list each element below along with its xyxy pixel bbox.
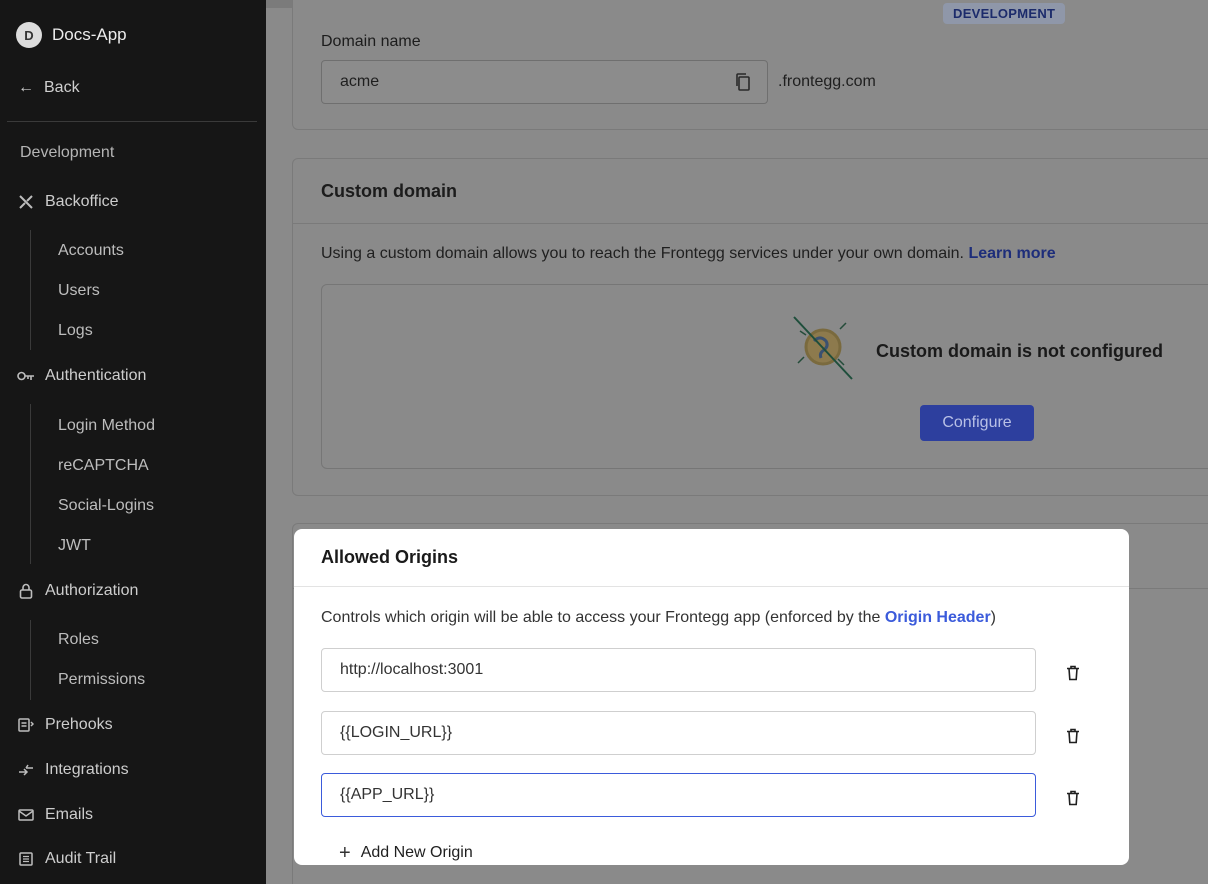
custom-domain-card: Custom domain Using a custom domain allo…	[292, 158, 1208, 496]
sidebar-item-recaptcha[interactable]: reCAPTCHA	[58, 457, 149, 475]
sidebar-item-backoffice[interactable]: Backoffice	[0, 193, 119, 211]
learn-more-link[interactable]: Learn more	[968, 245, 1055, 262]
sidebar-item-label: Audit Trail	[45, 850, 117, 867]
subnav-line	[30, 404, 31, 564]
custom-domain-title: Custom domain	[321, 181, 458, 201]
sidebar-item-jwt[interactable]: JWT	[58, 537, 91, 555]
modal-header: Allowed Origins	[294, 529, 1129, 587]
trash-icon[interactable]	[1064, 789, 1082, 807]
environment-badge: DEVELOPMENT	[943, 3, 1066, 24]
domain-name-input[interactable]: acme	[321, 60, 768, 104]
sidebar-item-users[interactable]: Users	[58, 282, 100, 300]
domain-suffix: .frontegg.com	[778, 73, 876, 90]
arrow-left-icon: ←	[18, 79, 34, 96]
trash-icon[interactable]	[1064, 664, 1082, 682]
origin-input-2[interactable]	[321, 711, 1036, 755]
sidebar-item-emails[interactable]: Emails	[0, 806, 93, 824]
sidebar-item-authentication[interactable]: Authentication	[0, 367, 146, 385]
back-label: Back	[44, 79, 80, 96]
sidebar-item-label: Prehooks	[45, 716, 113, 733]
origin-header-link[interactable]: Origin Header	[885, 609, 991, 626]
integrations-icon	[17, 761, 35, 779]
trash-icon[interactable]	[1064, 727, 1082, 745]
audit-icon	[17, 850, 35, 868]
sidebar-item-integrations[interactable]: Integrations	[0, 761, 129, 779]
sidebar-item-login-method[interactable]: Login Method	[58, 417, 155, 435]
lock-icon	[17, 582, 35, 600]
custom-domain-description: Using a custom domain allows you to reac…	[321, 245, 1056, 262]
sidebar: D Docs-App ← Back Development Backoffice…	[0, 0, 266, 884]
sidebar-item-roles[interactable]: Roles	[58, 631, 99, 649]
domain-card: DEVELOPMENT Domain name acme .frontegg.c…	[292, 0, 1208, 130]
configure-button[interactable]: Configure	[920, 405, 1034, 441]
domain-name-value: acme	[340, 73, 380, 90]
sidebar-item-audit-trail[interactable]: Audit Trail	[0, 850, 116, 868]
copy-icon[interactable]	[735, 73, 751, 96]
plus-icon: +	[339, 842, 351, 864]
domain-name-label: Domain name	[321, 33, 421, 50]
subnav-line	[30, 620, 31, 700]
sidebar-item-social-logins[interactable]: Social-Logins	[58, 497, 154, 515]
app-avatar: D	[16, 22, 42, 48]
origin-input-1[interactable]	[321, 648, 1036, 692]
prehooks-icon	[17, 716, 35, 734]
globe-not-configured-icon	[788, 311, 858, 388]
app-header[interactable]: D Docs-App	[16, 22, 127, 48]
sidebar-item-label: Emails	[45, 806, 94, 823]
modal-description: Controls which origin will be able to ac…	[321, 609, 996, 626]
card-divider	[293, 223, 1208, 224]
sidebar-item-logs[interactable]: Logs	[58, 322, 93, 340]
sidebar-item-prehooks[interactable]: Prehooks	[0, 716, 113, 734]
sidebar-item-label: Authentication	[45, 367, 147, 384]
key-icon	[17, 367, 35, 385]
mail-icon	[17, 806, 35, 824]
app-name: Docs-App	[52, 25, 127, 44]
sidebar-divider	[7, 121, 257, 122]
add-new-origin-button[interactable]: + Add New Origin	[339, 843, 473, 863]
sidebar-item-label: Authorization	[45, 582, 139, 599]
section-label: Development	[20, 144, 115, 161]
tools-icon	[17, 193, 35, 211]
modal-title: Allowed Origins	[321, 547, 459, 567]
origin-input-3[interactable]	[321, 773, 1036, 817]
sidebar-item-accounts[interactable]: Accounts	[58, 242, 124, 260]
empty-state-title: Custom domain is not configured	[876, 341, 1163, 361]
sidebar-item-label: Integrations	[45, 761, 129, 778]
add-origin-label: Add New Origin	[360, 844, 473, 861]
subnav-line	[30, 230, 31, 350]
sidebar-item-permissions[interactable]: Permissions	[58, 671, 145, 689]
custom-domain-empty-state: Custom domain is not configured	[321, 284, 1208, 469]
back-button[interactable]: ← Back	[18, 79, 80, 97]
sidebar-item-authorization[interactable]: Authorization	[0, 582, 138, 600]
allowed-origins-modal: Allowed Origins Controls which origin wi…	[294, 529, 1129, 865]
sidebar-item-label: Backoffice	[45, 193, 119, 210]
